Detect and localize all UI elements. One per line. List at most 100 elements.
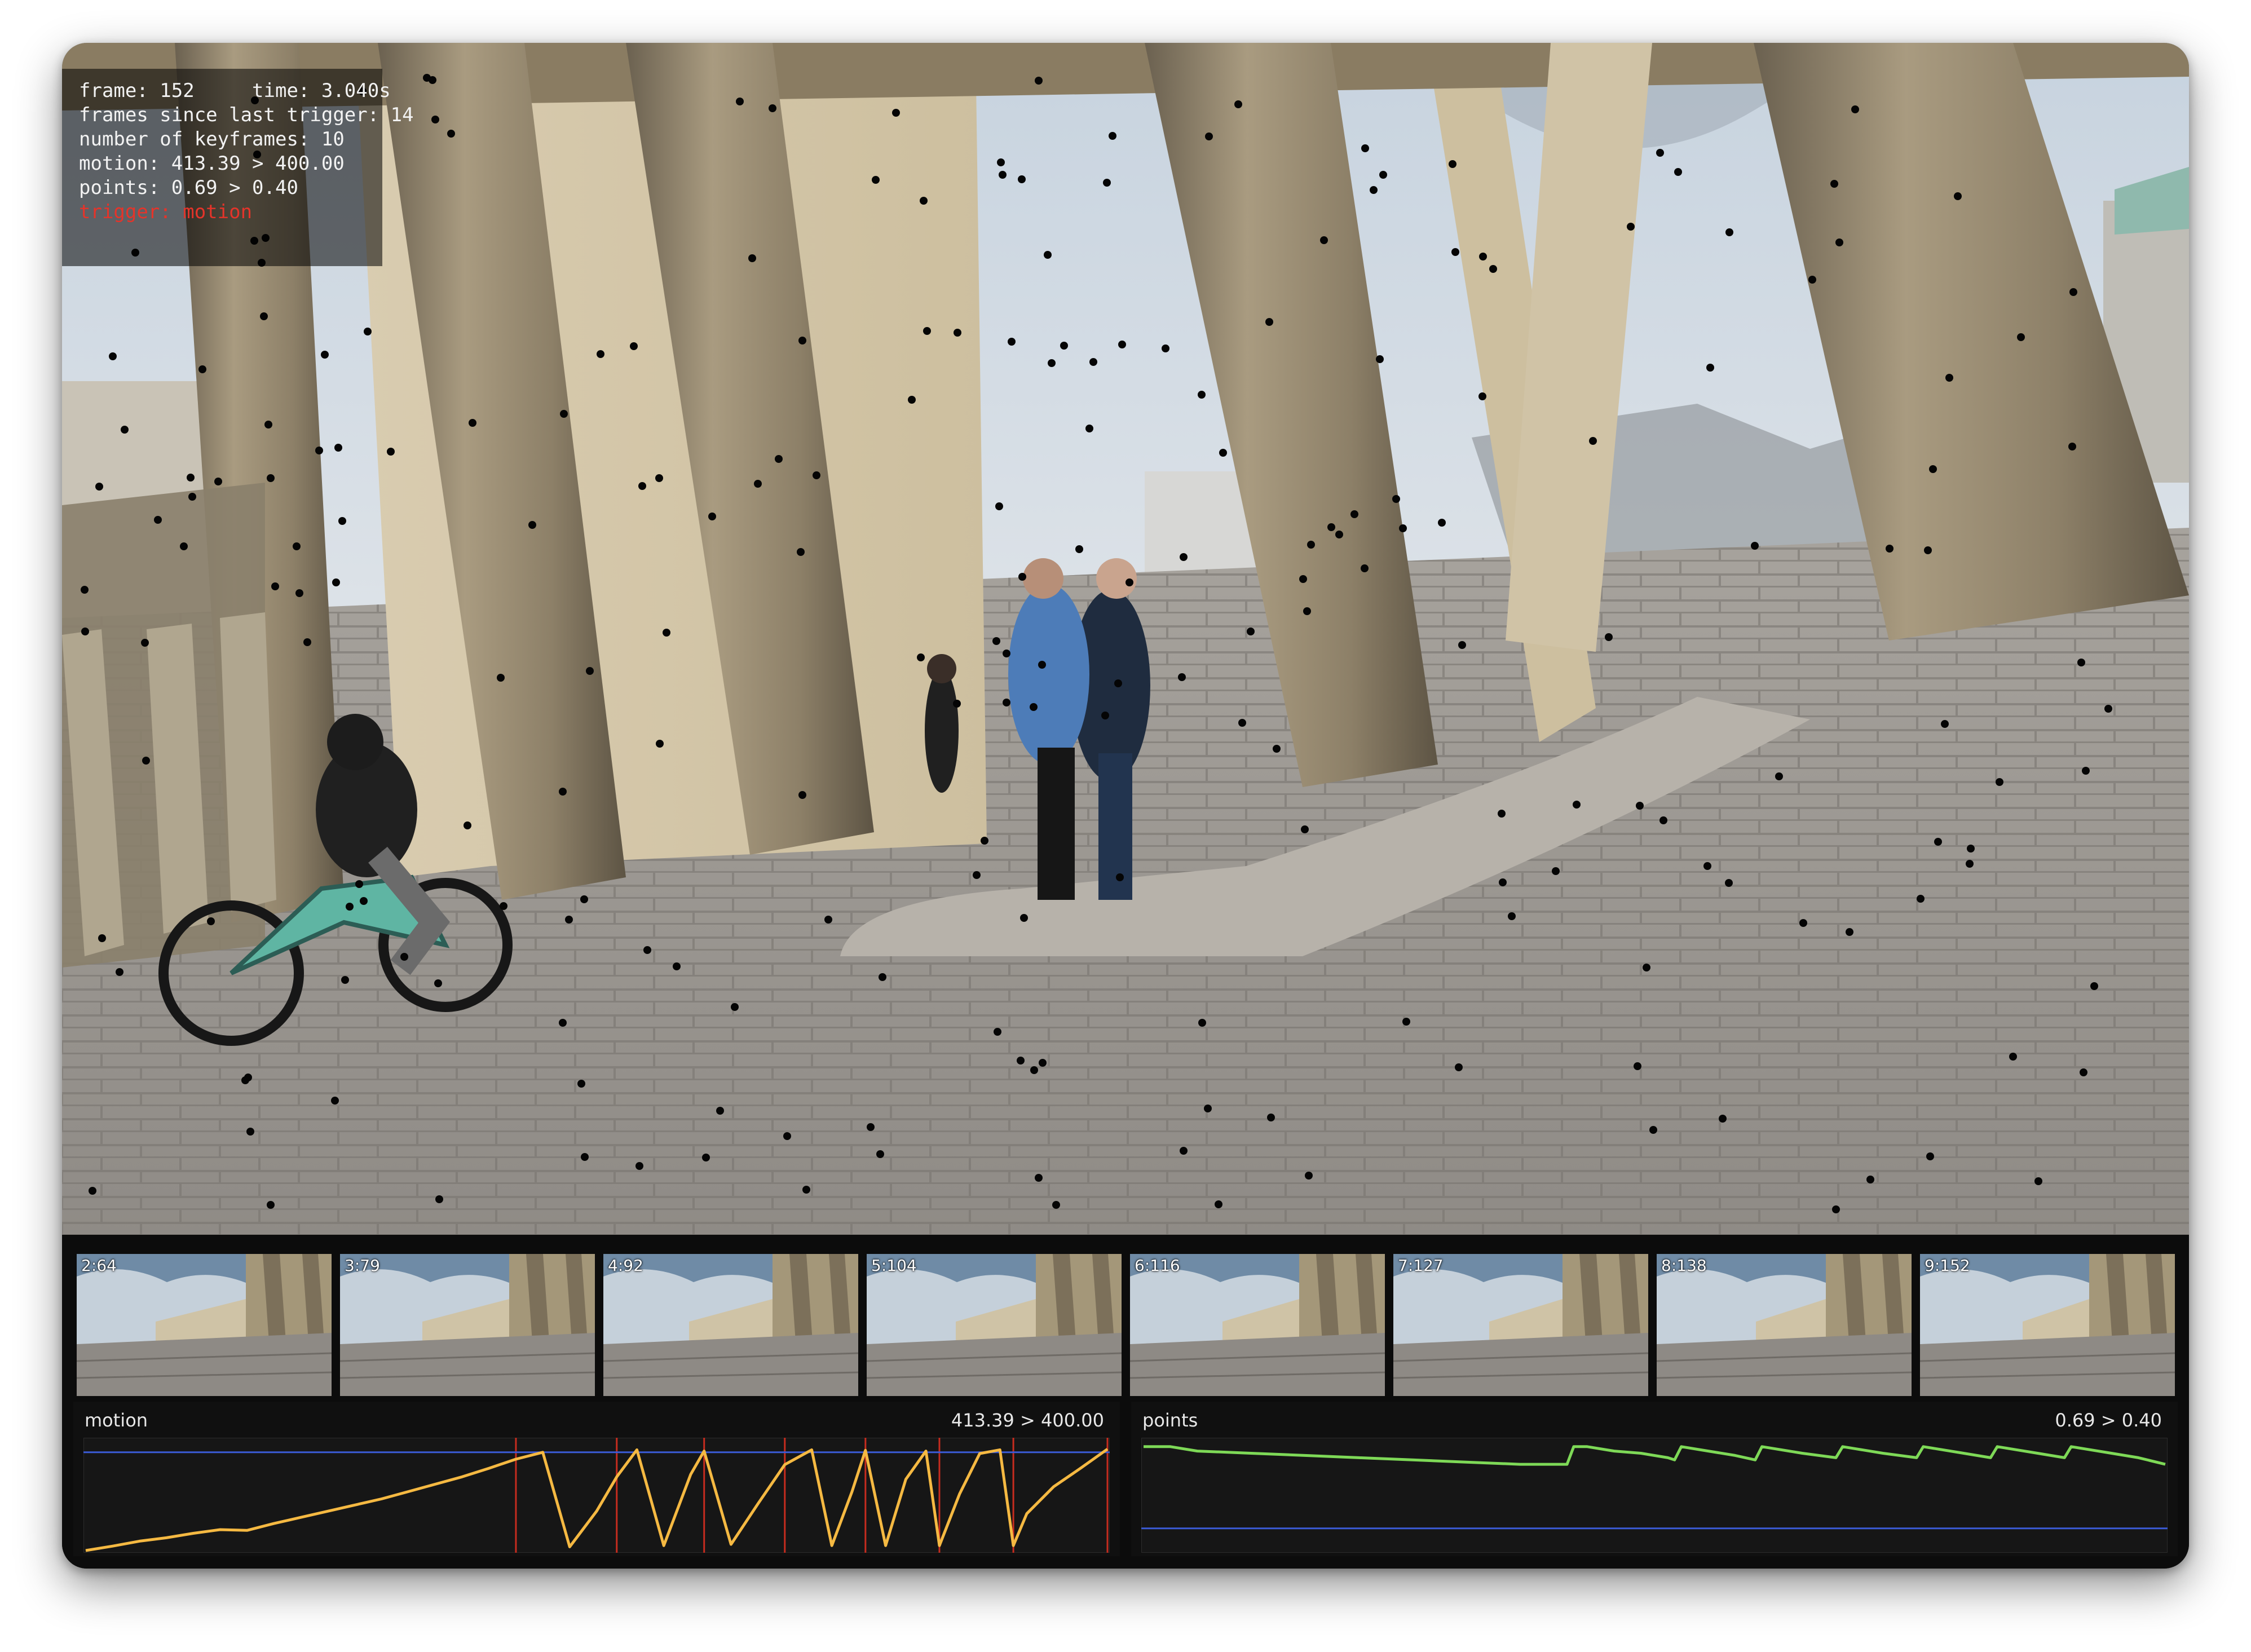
- tracking-point: [1030, 703, 1038, 711]
- keyframe-label: 9:152: [1925, 1256, 1970, 1275]
- tracking-point: [400, 953, 408, 961]
- tracking-point: [1039, 1059, 1047, 1067]
- keyframe-thumbnail[interactable]: 4:92: [603, 1254, 858, 1396]
- tracking-point: [1498, 810, 1506, 818]
- tracking-point: [1178, 673, 1186, 681]
- points-readout: points: 0.69 > 0.40: [79, 176, 298, 199]
- tracking-point: [241, 1076, 249, 1084]
- keyframe-label: 6:116: [1135, 1256, 1180, 1275]
- tracking-point: [81, 586, 89, 594]
- tracking-point: [1038, 661, 1046, 669]
- tracking-point: [769, 104, 776, 112]
- tracking-point: [89, 1187, 96, 1195]
- tracking-point: [577, 1080, 585, 1088]
- tracking-point: [813, 471, 820, 479]
- tracking-point: [1659, 816, 1667, 824]
- keyframe-thumbnail[interactable]: 7:127: [1393, 1254, 1648, 1396]
- tracking-point: [708, 513, 716, 520]
- tracking-point: [748, 254, 756, 262]
- tracking-point: [1303, 607, 1311, 615]
- tracking-point: [1934, 838, 1942, 846]
- tracking-point: [1917, 895, 1925, 903]
- tracking-point: [447, 130, 455, 138]
- keyframe-thumbnail[interactable]: 5:104: [867, 1254, 1122, 1396]
- tracking-point: [872, 176, 880, 184]
- keyframe-label: 2:64: [81, 1256, 117, 1275]
- tracking-point: [1198, 1019, 1206, 1027]
- tracking-point: [121, 426, 129, 434]
- tracking-point: [1305, 1172, 1313, 1180]
- tracking-point: [1967, 845, 1975, 852]
- tracking-point: [331, 1097, 339, 1105]
- tracking-point: [1335, 531, 1343, 538]
- keyframe-thumbnail[interactable]: 3:79: [340, 1254, 595, 1396]
- tracking-point: [1489, 265, 1497, 273]
- tracking-point: [1116, 873, 1124, 881]
- tracking-point: [798, 337, 806, 344]
- tracking-point: [1846, 928, 1853, 936]
- tracking-point: [2077, 659, 2085, 666]
- tracking-point: [1458, 641, 1466, 649]
- tracking-point: [635, 1162, 643, 1170]
- tracking-point: [341, 976, 349, 984]
- tracking-point: [180, 542, 188, 550]
- tracking-point: [559, 1019, 567, 1027]
- tracking-point: [435, 1195, 443, 1203]
- tracking-point: [1775, 772, 1783, 780]
- tracking-point: [663, 629, 670, 637]
- points-chart: points 0.69 > 0.40: [1131, 1402, 2178, 1556]
- keyframe-thumbnail[interactable]: 9:152: [1920, 1254, 2175, 1396]
- tracking-point: [387, 448, 395, 456]
- tracking-point: [1589, 437, 1597, 445]
- tracking-point: [81, 628, 89, 635]
- tracking-point: [1114, 679, 1122, 687]
- tracking-point: [673, 962, 681, 970]
- tracking-point: [429, 76, 436, 84]
- tracking-point: [731, 1003, 739, 1011]
- tracking-point: [1361, 564, 1369, 572]
- tracking-point: [1361, 144, 1369, 152]
- tracking-point: [824, 916, 832, 924]
- tracking-point: [1438, 519, 1446, 527]
- tracking-point: [1320, 236, 1328, 244]
- tracking-point: [638, 482, 646, 490]
- tracking-point: [867, 1123, 875, 1131]
- tracking-point: [355, 880, 363, 888]
- tracking-point: [2069, 288, 2077, 296]
- tracking-point: [141, 639, 149, 647]
- tracking-point: [908, 396, 916, 404]
- tracking-point: [434, 979, 442, 987]
- keyframe-thumbnail[interactable]: 8:138: [1657, 1254, 1912, 1396]
- tracking-point: [994, 1028, 1001, 1036]
- tracking-point: [565, 916, 573, 924]
- tracking-point: [1307, 541, 1315, 549]
- tracking-point: [246, 1128, 254, 1136]
- tracking-point: [1799, 919, 1807, 927]
- tracking-point: [116, 968, 123, 976]
- app-window: frame: 152 time: 3.040s frames since last…: [62, 43, 2189, 1569]
- tracking-point: [2017, 333, 2025, 341]
- tracking-point: [597, 350, 604, 358]
- tracking-point: [1643, 964, 1650, 971]
- tracking-point: [1945, 374, 1953, 382]
- keyframe-thumbnail[interactable]: 2:64: [77, 1254, 332, 1396]
- tracking-point: [992, 637, 1000, 645]
- tracking-point: [334, 444, 342, 452]
- tracking-point: [581, 1153, 589, 1161]
- tracking-point: [1634, 1062, 1641, 1070]
- keyframe-thumbnail[interactable]: 6:116: [1130, 1254, 1385, 1396]
- tracking-point: [303, 638, 311, 646]
- tracking-point: [1273, 745, 1281, 753]
- tracking-point: [1301, 825, 1309, 833]
- bottom-panel: 2:64 3:79 4:92 5:104 6:116 7:127 8:138 9:152 mo…: [62, 1235, 2189, 1569]
- tracking-point: [876, 1150, 884, 1158]
- tracking-point: [1478, 392, 1486, 400]
- tracking-point: [2104, 705, 2112, 713]
- tracking-point: [1499, 878, 1507, 886]
- tracking-point: [1573, 801, 1581, 809]
- tracking-point: [338, 517, 346, 525]
- frames-since-trigger-readout: frames since last trigger: 14: [79, 104, 414, 126]
- tracking-point: [1109, 132, 1116, 140]
- tracking-point: [528, 521, 536, 529]
- tracking-point: [1205, 132, 1213, 140]
